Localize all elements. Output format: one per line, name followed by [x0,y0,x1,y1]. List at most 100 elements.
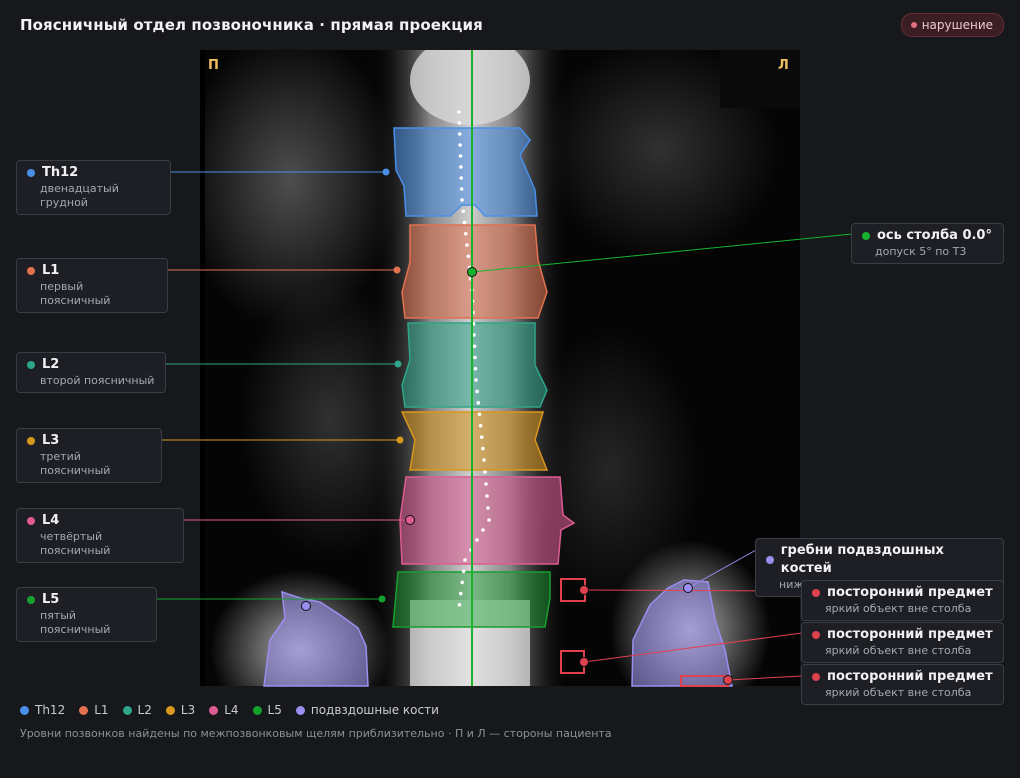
l5-anchor-dot[interactable] [378,595,386,603]
spinous-dot [484,482,488,486]
callout-l1-label: L1 [42,263,60,278]
callout-l1-sub: первый поясничный [40,280,111,307]
spinous-dot [457,132,462,136]
callout-l4-label: L4 [42,513,60,528]
spinous-dot [457,121,462,125]
callout-l1[interactable]: L1 первый поясничный [16,258,168,313]
spinous-dot [459,176,464,180]
legend-label: L5 [267,703,282,717]
spinous-dot [487,518,491,522]
l5-dot-icon [27,596,35,604]
foreign-anchor-dot-2[interactable] [579,657,589,667]
spinous-dot [486,506,490,510]
callout-l4[interactable]: L4 четвёртый поясничный [16,508,184,563]
spinous-dot [461,569,466,573]
foreign-dot-icon [812,631,820,639]
th12-anchor-dot[interactable] [382,168,390,176]
legend-dot-icon [252,705,262,715]
axis-dot-icon [862,232,870,240]
spinous-dot [457,110,461,114]
spinous-dot [457,603,462,607]
legend-label: L2 [137,703,152,717]
callout-l3[interactable]: L3 третий поясничный [16,428,162,483]
legend-label: L3 [180,703,196,717]
spinous-dot [460,198,464,202]
l3-anchor-dot[interactable] [396,436,404,444]
l1-anchor-dot[interactable] [393,266,401,274]
spinous-dot [458,154,463,158]
spinous-dot [481,528,485,532]
axis-anchor-dot[interactable] [467,267,477,277]
legend-item-l1[interactable]: L1 [79,703,109,717]
callout-iliac-label: гребни подвздошных костей [780,543,944,576]
spinous-dot [473,366,478,371]
spinous-dot [475,389,479,394]
callout-axis-label: ось столба 0.0° [877,228,992,243]
vertebra-overlay-l3[interactable] [400,411,549,471]
spinous-dot [460,580,465,585]
callout-l5[interactable]: L5 пятый поясничный [16,587,157,642]
foreign-anchor-dot-3[interactable] [723,675,733,685]
iliac-right-anchor-dot[interactable] [683,583,693,593]
l4-dot-icon [27,517,35,525]
callout-foreign-sub-3: яркий объект вне столба [825,686,972,699]
foreign-dot-icon [812,673,820,681]
footnote: Уровни позвонков найдены по межпозвонков… [20,727,612,740]
vertebra-overlay-l4[interactable] [399,476,576,565]
legend-item-iliac[interactable]: подвздошные кости [295,703,439,717]
callout-l3-label: L3 [42,433,60,448]
foreign-dot-icon [812,589,820,597]
spinous-dot [463,231,468,236]
spinous-dot [458,143,462,147]
legend: Th12 L1 L2 L3 L4 L5 подвздошные кости [20,703,439,717]
callout-l4-sub: четвёртый поясничный [40,530,111,557]
callout-foreign-label-1: посторонний предмет [827,585,993,600]
legend-item-l2[interactable]: L2 [122,703,152,717]
callout-foreign-object-2[interactable]: посторонний предмет яркий объект вне сто… [801,622,1004,663]
spinous-dot [466,254,471,259]
legend-label: L4 [224,703,239,717]
l2-anchor-dot[interactable] [394,360,402,368]
spinous-dot [461,209,466,214]
spinous-dot [476,401,481,405]
spinous-dot [475,538,479,542]
callout-column-axis[interactable]: ось столба 0.0° допуск 5° по Т3 [851,223,1004,264]
legend-item-th12[interactable]: Th12 [20,703,65,717]
spinous-dot [459,187,464,191]
l4-anchor-dot[interactable] [405,515,415,525]
iliac-left-anchor-dot[interactable] [301,601,311,611]
callout-foreign-object-3[interactable]: посторонний предмет яркий объект вне сто… [801,664,1004,705]
spinous-dot [477,412,482,417]
callout-foreign-label-2: посторонний предмет [827,627,993,642]
foreign-anchor-dot-1[interactable] [579,585,589,595]
spinous-dot [459,591,463,596]
legend-dot-icon [122,705,132,715]
callout-foreign-sub-2: яркий объект вне столба [825,644,972,657]
l2-dot-icon [27,361,35,369]
legend-item-l4[interactable]: L4 [209,703,239,717]
spinous-dot [478,423,483,428]
callout-foreign-label-3: посторонний предмет [827,669,993,684]
callout-th12[interactable]: Th12 двенадцатый грудной [16,160,171,215]
legend-dot-icon [20,705,29,715]
legend-item-l5[interactable]: L5 [252,703,282,717]
legend-item-l3[interactable]: L3 [165,703,196,717]
iliac-dot-icon [766,556,774,564]
spinous-dot [472,344,477,349]
legend-dot-icon [295,705,305,715]
spinous-dot [463,558,467,562]
spinous-dot [473,355,477,360]
callout-l2[interactable]: L2 второй поясничный [16,352,166,393]
callout-l2-sub: второй поясничный [40,374,155,387]
legend-dot-icon [79,705,89,715]
spinous-dot [465,243,469,247]
vertebra-overlay-th12[interactable] [393,127,538,217]
legend-label: Th12 [35,703,66,717]
spinous-dot [462,220,467,225]
callout-foreign-object-1[interactable]: посторонний предмет яркий объект вне сто… [801,580,1004,621]
spinous-dot [482,458,486,462]
spinous-dot [474,378,478,382]
callout-l5-label: L5 [42,592,60,607]
legend-label: L1 [94,703,109,717]
side-marker-right-patient: П [208,58,219,73]
